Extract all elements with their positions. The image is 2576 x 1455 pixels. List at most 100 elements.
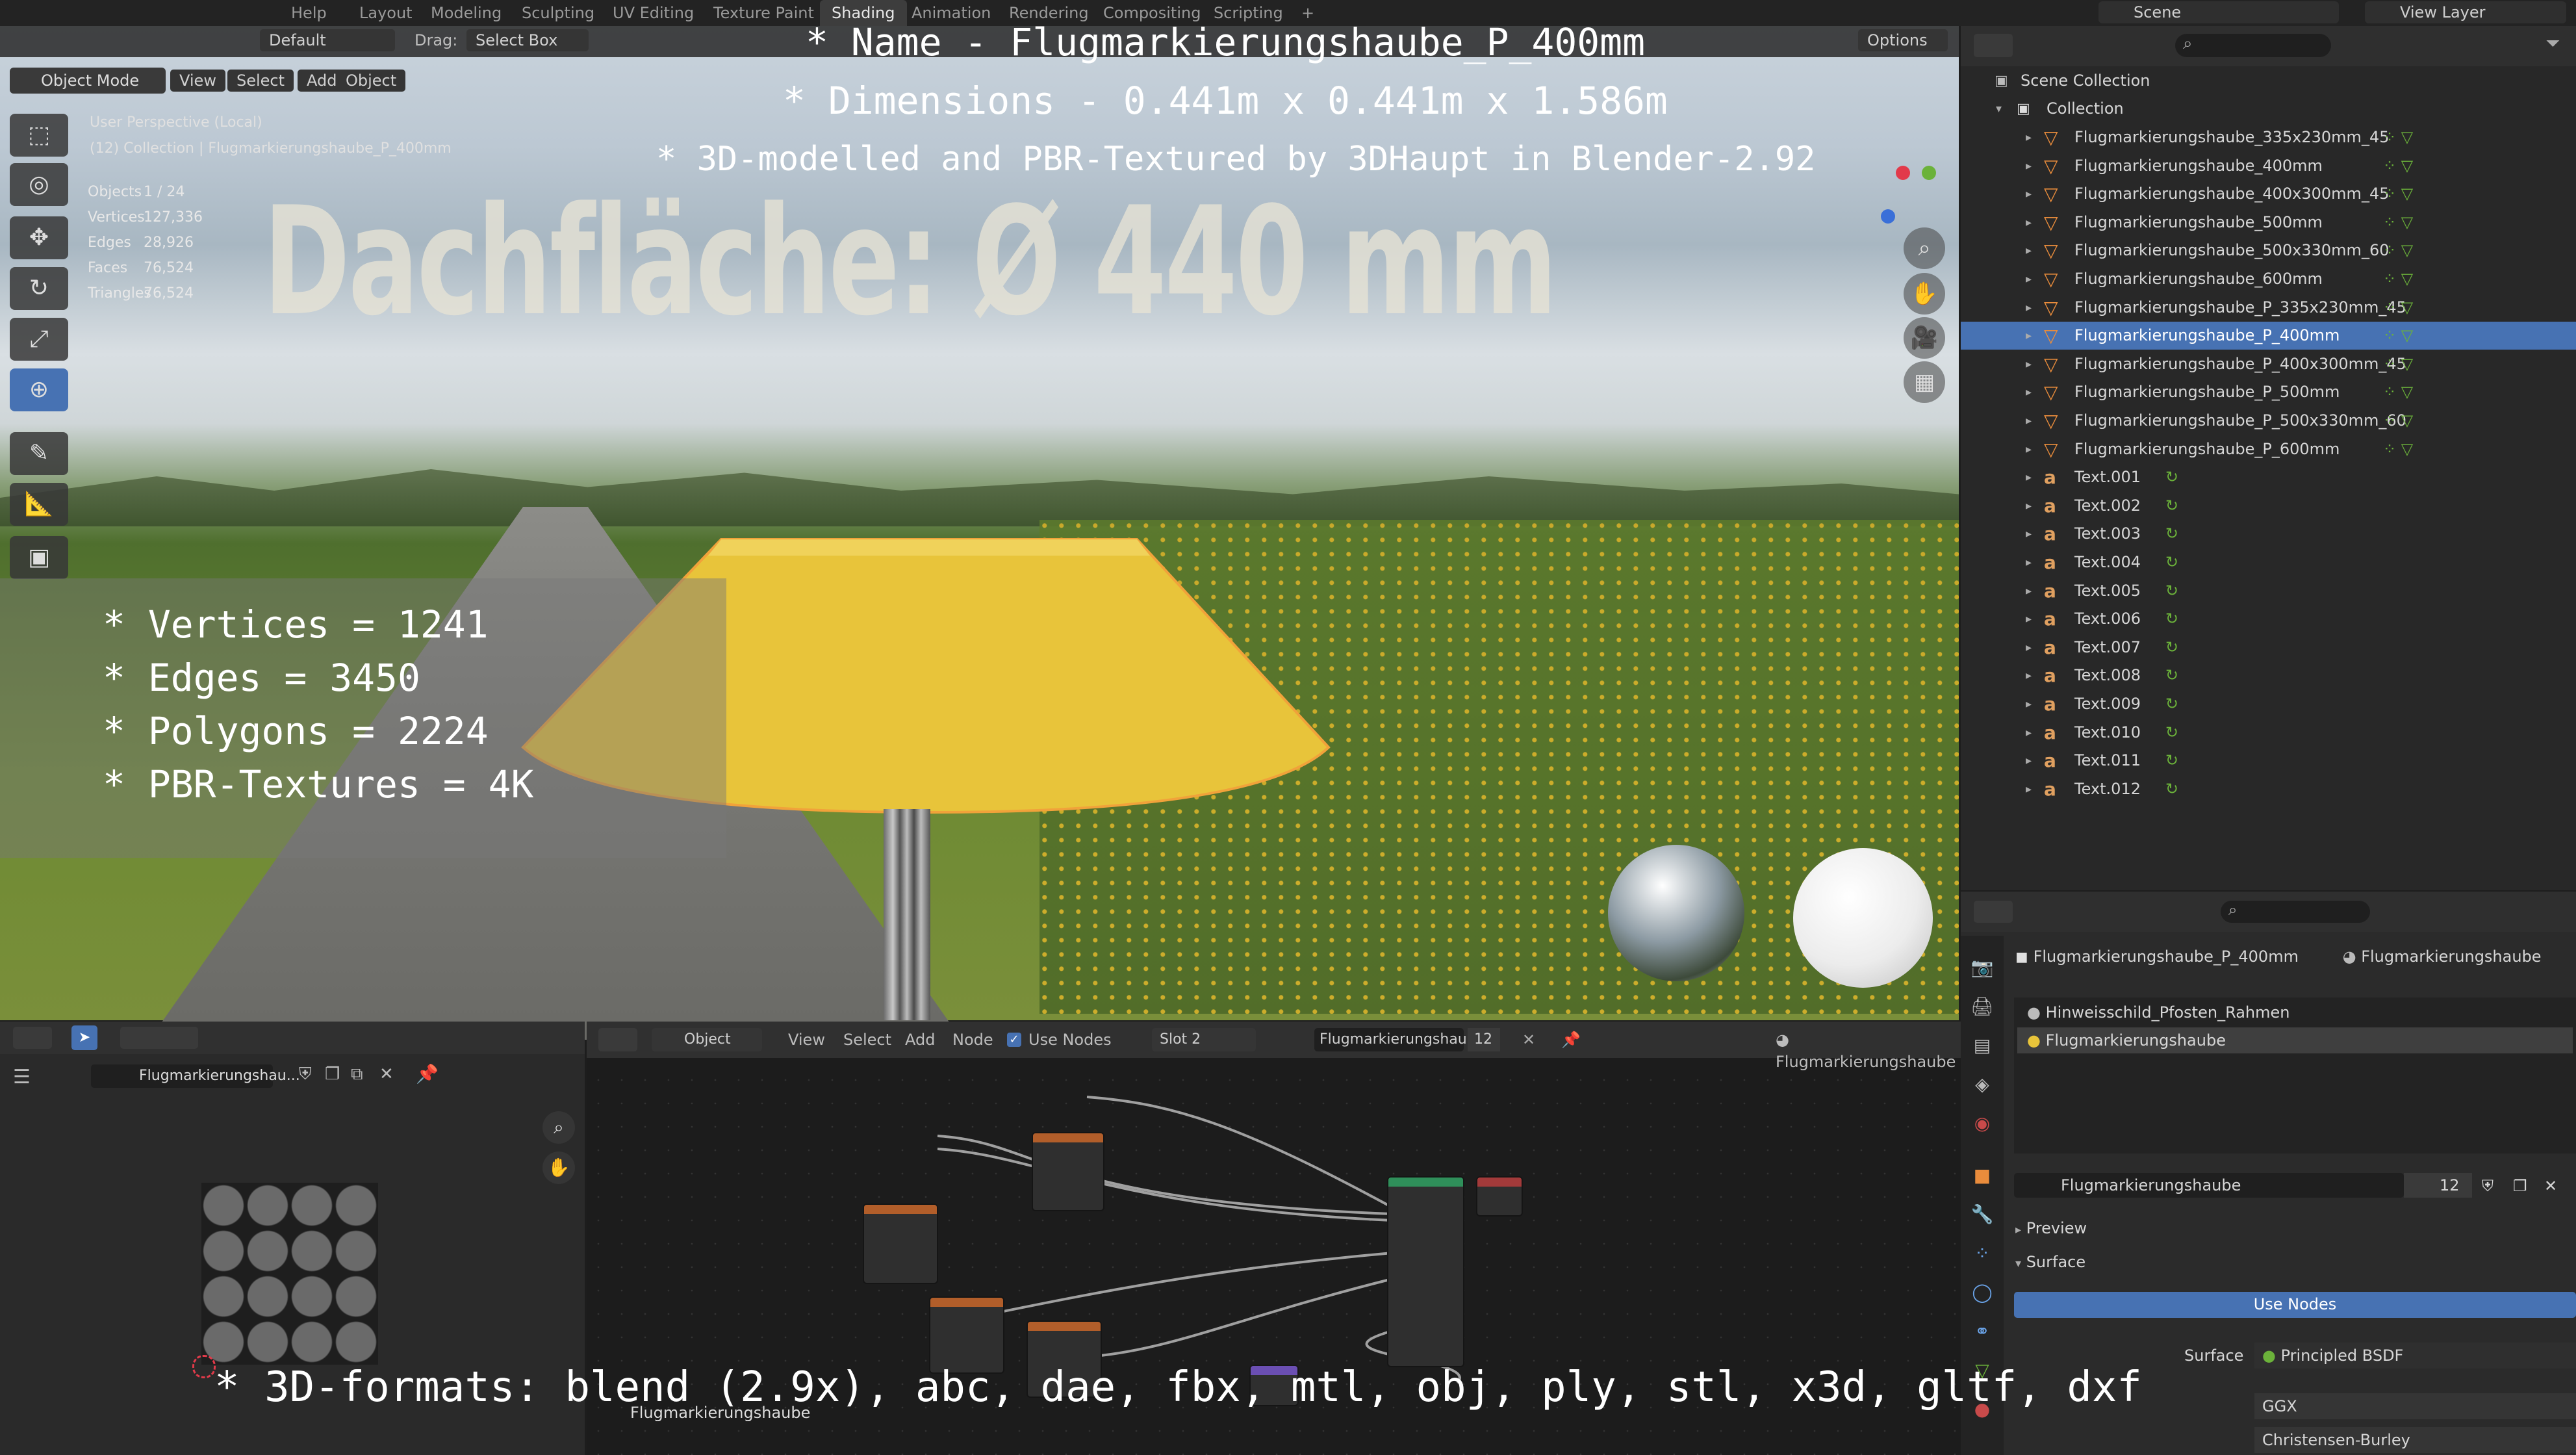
chevron-right-icon[interactable]: ▸	[2026, 180, 2032, 208]
tab-scene-icon[interactable]: ◈	[1970, 1072, 1995, 1097]
material-users-count[interactable]: 12	[2404, 1173, 2472, 1198]
cursor-tool-icon[interactable]: ◎	[10, 163, 68, 206]
chevron-right-icon[interactable]: ▸	[2026, 378, 2032, 406]
chevron-right-icon[interactable]: ▸	[2026, 265, 2032, 293]
chevron-right-icon[interactable]: ▸	[2026, 520, 2032, 548]
options-dropdown[interactable]: Options	[1858, 29, 1948, 51]
2d-cursor-icon[interactable]	[192, 1355, 216, 1378]
fake-user-shield-icon[interactable]: ⛨	[2482, 1173, 2493, 1199]
outliner-item[interactable]: ▸ ▽ Flugmarkierungshaube_400mm ⁘ ▽	[1961, 152, 2576, 180]
outliner-item[interactable]: ▸ a Text.007 ↻	[1961, 634, 2576, 662]
mesh-data-icon[interactable]: ⁘ ▽	[2383, 265, 2413, 293]
axis-y-dot[interactable]	[1922, 166, 1936, 180]
outliner-item[interactable]: ▸ ▽ Flugmarkierungshaube_600mm ⁘ ▽	[1961, 265, 2576, 293]
constraint-icon[interactable]: ↻	[2165, 747, 2178, 775]
chevron-right-icon[interactable]: ▸	[2026, 492, 2032, 520]
constraint-icon[interactable]: ↻	[2165, 662, 2178, 689]
material-slot-item[interactable]: ● Hinweisschild_Pfosten_Rahmen	[2027, 999, 2560, 1025]
duplicate-icon[interactable]: ❐	[2513, 1173, 2527, 1199]
tab-physics-icon[interactable]: ◯	[1970, 1280, 1995, 1305]
mesh-data-icon[interactable]: ⁘ ▽	[2383, 378, 2413, 406]
select-tool-icon[interactable]: ➤	[71, 1025, 97, 1050]
tab-object-icon[interactable]: ■	[1970, 1163, 1995, 1188]
zoom-icon[interactable]: ⌕	[542, 1111, 575, 1144]
transform-tool-icon[interactable]: ⊕	[10, 368, 68, 411]
constraint-icon[interactable]: ↻	[2165, 690, 2178, 718]
orientation-dropdown[interactable]: Default	[260, 29, 395, 51]
outliner-item[interactable]: ▸ ▽ Flugmarkierungshaube_P_400x300mm_45 ⁘ ▽	[1961, 350, 2576, 378]
outliner-item[interactable]: ▸ a Text.010 ↻	[1961, 719, 2576, 747]
constraint-icon[interactable]: ↻	[2165, 634, 2178, 662]
chevron-right-icon[interactable]: ▸	[2026, 548, 2032, 576]
outliner-item[interactable]: ▸ a Text.008 ↻	[1961, 662, 2576, 689]
object-mode-dropdown[interactable]: Object Mode	[10, 68, 166, 94]
chevron-right-icon[interactable]: ▸	[2026, 747, 2032, 775]
axis-z-dot[interactable]	[1881, 209, 1895, 224]
mesh-data-icon[interactable]: ⁘ ▽	[2383, 294, 2413, 322]
zoom-icon[interactable]: ⌕	[1904, 227, 1945, 269]
chevron-right-icon[interactable]: ▸	[2026, 407, 2032, 435]
tab-render-icon[interactable]: 📷	[1970, 955, 1995, 980]
outliner-item[interactable]: ▸ a Text.004 ↻	[1961, 548, 2576, 576]
outliner-item[interactable]: ▸ ▽ Flugmarkierungshaube_500x330mm_60 ⁘ ▽	[1961, 237, 2576, 264]
chevron-right-icon[interactable]: ▸	[2026, 435, 2032, 463]
pan-hand-icon[interactable]: ✋	[1904, 273, 1945, 315]
close-icon[interactable]: ✕	[1522, 1029, 1535, 1051]
shader-node[interactable]	[1032, 1132, 1104, 1211]
outliner-item[interactable]: ▸ a Text.005 ↻	[1961, 577, 2576, 605]
outliner-item[interactable]: ▸ a Text.009 ↻	[1961, 690, 2576, 718]
chevron-right-icon[interactable]: ▸	[2026, 662, 2032, 689]
viewport-menu-object[interactable]: Object	[337, 70, 406, 92]
outliner-item[interactable]: ▸ ▽ Flugmarkierungshaube_P_400mm ⁘ ▽	[1961, 322, 2576, 350]
tab-layout[interactable]: Layout	[348, 0, 424, 26]
material-name-field[interactable]: Flugmarkierungshaube	[2014, 1173, 2404, 1198]
chevron-right-icon[interactable]: ▸	[2026, 605, 2032, 633]
principled-bsdf-node[interactable]	[1387, 1176, 1464, 1367]
slot-dropdown[interactable]: Slot 2	[1152, 1028, 1256, 1051]
outliner-search-input[interactable]: ⌕	[2175, 34, 2331, 57]
marker-pole-model[interactable]	[884, 809, 930, 1020]
chevron-right-icon[interactable]: ▸	[2026, 152, 2032, 180]
tab-constraints-icon[interactable]: ⚭	[1970, 1319, 1995, 1344]
tab-world-icon[interactable]: ◉	[1970, 1111, 1995, 1136]
scene-selector[interactable]: Scene	[2098, 1, 2339, 23]
node-menu-node[interactable]: Node	[952, 1029, 993, 1051]
constraint-icon[interactable]: ↻	[2165, 719, 2178, 747]
chevron-right-icon[interactable]: ▸	[2026, 123, 2032, 151]
add-cube-tool-icon[interactable]: ▣	[10, 536, 68, 579]
mesh-data-icon[interactable]: ⁘ ▽	[2383, 322, 2413, 350]
chevron-right-icon[interactable]: ▸	[2026, 719, 2032, 747]
outliner-item[interactable]: ▸ a Text.002 ↻	[1961, 492, 2576, 520]
outliner-item[interactable]: ▸ ▽ Flugmarkierungshaube_500mm ⁘ ▽	[1961, 209, 2576, 237]
node-menu-add[interactable]: Add	[905, 1029, 935, 1051]
annotate-tool-icon[interactable]: ✎	[10, 432, 68, 475]
material-slot-item-active[interactable]: ● Flugmarkierungshaube	[2017, 1027, 2573, 1053]
image-name-field[interactable]: Flugmarkierungshau...	[91, 1064, 300, 1088]
constraint-icon[interactable]: ↻	[2165, 775, 2178, 803]
node-editor-type-icon[interactable]	[598, 1028, 637, 1051]
duplicate-icon[interactable]: ❐	[325, 1064, 340, 1084]
axis-x-dot[interactable]	[1896, 166, 1910, 180]
new-image-icon[interactable]: ⧉	[351, 1064, 363, 1085]
chevron-right-icon[interactable]: ▸	[2026, 350, 2032, 378]
mesh-data-icon[interactable]: ⁘ ▽	[2383, 123, 2413, 151]
constraint-icon[interactable]: ↻	[2165, 548, 2178, 576]
tab-output-icon[interactable]: 🖨	[1970, 994, 1995, 1019]
pan-hand-icon[interactable]: ✋	[542, 1152, 575, 1184]
pin-icon[interactable]: 📌	[1561, 1029, 1581, 1051]
constraint-icon[interactable]: ↻	[2165, 463, 2178, 491]
camera-view-icon[interactable]: 🎥	[1904, 317, 1945, 359]
fake-user-shield-icon[interactable]: ⛨	[299, 1064, 312, 1085]
constraint-icon[interactable]: ↻	[2165, 577, 2178, 605]
outliner-item[interactable]: ▸ ▽ Flugmarkierungshaube_P_335x230mm_45 ⁘ ▽	[1961, 294, 2576, 322]
tab-sculpting[interactable]: Sculpting	[510, 0, 606, 26]
constraint-icon[interactable]: ↻	[2165, 520, 2178, 548]
constraint-icon[interactable]: ↻	[2165, 605, 2178, 633]
tab-view-layer-icon[interactable]: ▤	[1970, 1033, 1995, 1058]
use-nodes-checkbox[interactable]: ✓	[1007, 1033, 1021, 1047]
mesh-data-icon[interactable]: ⁘ ▽	[2383, 407, 2413, 435]
chevron-down-icon[interactable]: ▾	[1996, 95, 2002, 123]
outliner-editor-type-icon[interactable]	[1974, 34, 2013, 57]
close-icon[interactable]: ✕	[379, 1064, 394, 1084]
subsurface-method-dropdown[interactable]: Christensen-Burley	[2254, 1427, 2576, 1453]
